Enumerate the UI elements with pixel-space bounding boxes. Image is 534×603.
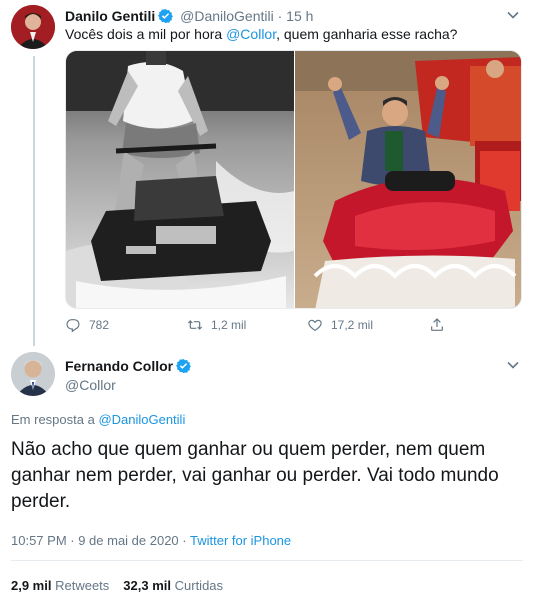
tweet-text: Vocês dois a mil por hora @Collor, quem …	[65, 26, 457, 42]
reply-count: 782	[89, 318, 110, 332]
avatar-danilo[interactable]	[11, 5, 55, 49]
verified-badge-icon	[158, 8, 174, 26]
retweet-count: 1,2 mil	[211, 318, 247, 332]
author-handle[interactable]: @DaniloGentili	[180, 8, 274, 24]
chevron-down-icon[interactable]	[506, 358, 520, 372]
tweet-text-part: , quem ganharia esse racha?	[276, 26, 458, 42]
reply-icon	[66, 319, 80, 333]
like-action[interactable]: 17,2 mil	[307, 317, 373, 333]
retweets-label: Retweets	[55, 578, 110, 593]
share-icon	[431, 318, 443, 331]
author-name[interactable]: Danilo Gentili	[65, 8, 155, 24]
likes-stat[interactable]: 32,3 mil Curtidas	[123, 578, 223, 593]
share-action[interactable]	[429, 317, 445, 333]
reply-mention-link[interactable]: @DaniloGentili	[98, 412, 185, 427]
retweet-icon	[187, 320, 203, 330]
reply-prefix: Em resposta a	[11, 412, 99, 427]
chevron-down-icon[interactable]	[506, 8, 520, 22]
tweet-main-text: Não acho que quem ganhar ou quem perder,…	[11, 439, 499, 512]
reply-context: Em resposta a @DaniloGentili	[11, 412, 185, 427]
photo-color-jetski[interactable]	[295, 51, 521, 308]
photo-bw-jetski[interactable]	[66, 51, 294, 308]
author-handle[interactable]: @Collor	[65, 377, 116, 393]
divider	[11, 560, 523, 561]
like-icon	[308, 319, 322, 332]
retweets-count: 2,9 mil	[11, 578, 52, 593]
tweet-stats: 2,9 mil Retweets 32,3 mil Curtidas	[11, 578, 223, 593]
tweet-text-part: Vocês dois a mil por hora	[65, 26, 227, 42]
avatar-collor[interactable]	[11, 352, 55, 396]
tweet-header: Danilo Gentili @DaniloGentili · 15 h	[65, 8, 313, 26]
like-count: 17,2 mil	[331, 318, 374, 332]
tweet-timestamp[interactable]: 10:57 PM · 9 de mai de 2020 ·	[11, 533, 190, 548]
tweet-time[interactable]: 15 h	[286, 8, 313, 24]
verified-badge-icon	[176, 358, 192, 376]
reply-action[interactable]: 782	[65, 317, 109, 333]
likes-count: 32,3 mil	[123, 578, 171, 593]
tweet-meta: 10:57 PM · 9 de mai de 2020 · Twitter fo…	[11, 533, 291, 548]
tweet-source-link[interactable]: Twitter for iPhone	[190, 533, 291, 548]
tweet-media[interactable]	[65, 50, 522, 309]
mention-link[interactable]: @Collor	[226, 26, 276, 42]
author-name[interactable]: Fernando Collor	[65, 358, 173, 374]
tweet-actions: 782 1,2 mil 17,2 mil	[65, 317, 465, 337]
retweets-stat[interactable]: 2,9 mil Retweets	[11, 578, 109, 593]
time-separator: ·	[277, 8, 283, 24]
retweet-action[interactable]: 1,2 mil	[187, 317, 246, 333]
likes-label: Curtidas	[174, 578, 224, 593]
author-name-collor: Fernando Collor	[65, 358, 192, 376]
tweet-danilo[interactable]: Danilo Gentili @DaniloGentili · 15 h Voc…	[0, 0, 534, 345]
